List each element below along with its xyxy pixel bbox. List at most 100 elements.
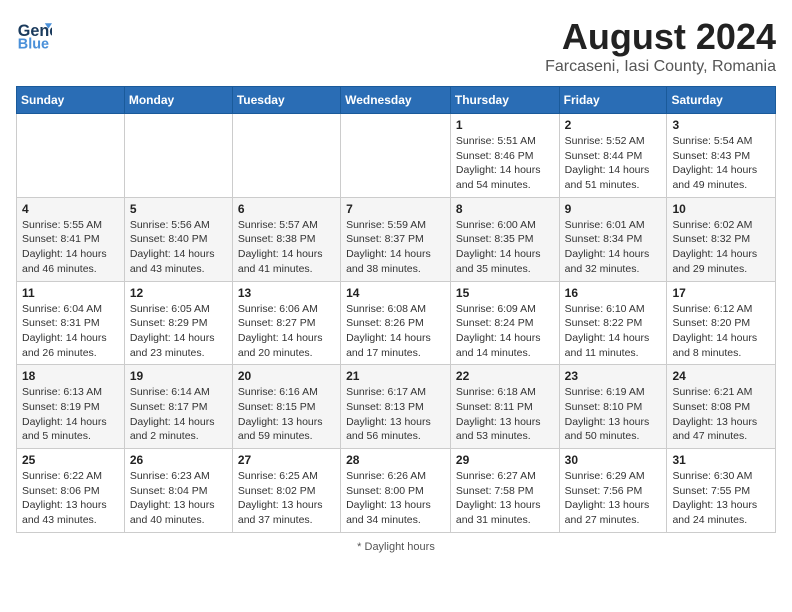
calendar-cell: 26 Sunrise: 6:23 AMSunset: 8:04 PMDayligh… <box>124 449 232 533</box>
day-number: 23 <box>565 369 662 383</box>
calendar-cell: 18 Sunrise: 6:13 AMSunset: 8:19 PMDayligh… <box>17 365 125 449</box>
day-info: Sunrise: 6:17 AMSunset: 8:13 PMDaylight:… <box>346 385 445 444</box>
day-info: Sunrise: 6:02 AMSunset: 8:32 PMDaylight:… <box>672 218 770 277</box>
day-info: Sunrise: 6:04 AMSunset: 8:31 PMDaylight:… <box>22 302 119 361</box>
day-info: Sunrise: 6:06 AMSunset: 8:27 PMDaylight:… <box>238 302 335 361</box>
calendar-cell: 14 Sunrise: 6:08 AMSunset: 8:26 PMDayligh… <box>341 281 451 365</box>
calendar-cell: 5 Sunrise: 5:56 AMSunset: 8:40 PMDaylight… <box>124 197 232 281</box>
calendar-cell: 1 Sunrise: 5:51 AMSunset: 8:46 PMDaylight… <box>450 114 559 198</box>
day-number: 3 <box>672 118 770 132</box>
day-info: Sunrise: 6:10 AMSunset: 8:22 PMDaylight:… <box>565 302 662 361</box>
day-number: 7 <box>346 202 445 216</box>
day-number: 24 <box>672 369 770 383</box>
subtitle: Farcaseni, Iasi County, Romania <box>545 58 776 76</box>
calendar-week-row: 18 Sunrise: 6:13 AMSunset: 8:19 PMDayligh… <box>17 365 776 449</box>
calendar-cell: 19 Sunrise: 6:14 AMSunset: 8:17 PMDayligh… <box>124 365 232 449</box>
day-info: Sunrise: 6:13 AMSunset: 8:19 PMDaylight:… <box>22 385 119 444</box>
calendar-cell: 9 Sunrise: 6:01 AMSunset: 8:34 PMDaylight… <box>559 197 667 281</box>
day-info: Sunrise: 5:51 AMSunset: 8:46 PMDaylight:… <box>456 134 554 193</box>
title-block: August 2024 Farcaseni, Iasi County, Roma… <box>545 16 776 76</box>
calendar-cell: 21Sunrise: 6:17 AMSunset: 8:13 PMDayligh… <box>341 365 451 449</box>
calendar-cell: 20 Sunrise: 6:16 AMSunset: 8:15 PMDayligh… <box>232 365 340 449</box>
day-info: Sunrise: 6:30 AMSunset: 7:55 PMDaylight:… <box>672 469 770 528</box>
calendar-cell <box>17 114 125 198</box>
calendar-cell: 6Sunrise: 5:57 AMSunset: 8:38 PMDaylight… <box>232 197 340 281</box>
day-info: Sunrise: 6:26 AMSunset: 8:00 PMDaylight:… <box>346 469 445 528</box>
logo-icon: General Blue <box>16 16 52 52</box>
calendar-cell: 8 Sunrise: 6:00 AMSunset: 8:35 PMDaylight… <box>450 197 559 281</box>
day-info: Sunrise: 6:25 AMSunset: 8:02 PMDaylight:… <box>238 469 335 528</box>
calendar-cell: 23 Sunrise: 6:19 AMSunset: 8:10 PMDayligh… <box>559 365 667 449</box>
calendar-cell: 17 Sunrise: 6:12 AMSunset: 8:20 PMDayligh… <box>667 281 776 365</box>
weekday-header: Monday <box>124 87 232 114</box>
day-info: Sunrise: 6:29 AMSunset: 7:56 PMDaylight:… <box>565 469 662 528</box>
calendar-header: SundayMondayTuesdayWednesdayThursdayFrid… <box>17 87 776 114</box>
day-number: 1 <box>456 118 554 132</box>
calendar-cell: 31Sunrise: 6:30 AMSunset: 7:55 PMDayligh… <box>667 449 776 533</box>
day-number: 8 <box>456 202 554 216</box>
day-number: 22 <box>456 369 554 383</box>
day-info: Sunrise: 6:01 AMSunset: 8:34 PMDaylight:… <box>565 218 662 277</box>
day-info: Sunrise: 6:22 AMSunset: 8:06 PMDaylight:… <box>22 469 119 528</box>
day-number: 15 <box>456 286 554 300</box>
day-info: Sunrise: 6:19 AMSunset: 8:10 PMDaylight:… <box>565 385 662 444</box>
day-info: Sunrise: 6:27 AMSunset: 7:58 PMDaylight:… <box>456 469 554 528</box>
calendar-cell: 16 Sunrise: 6:10 AMSunset: 8:22 PMDayligh… <box>559 281 667 365</box>
day-info: Sunrise: 6:12 AMSunset: 8:20 PMDaylight:… <box>672 302 770 361</box>
day-info: Sunrise: 6:00 AMSunset: 8:35 PMDaylight:… <box>456 218 554 277</box>
day-number: 10 <box>672 202 770 216</box>
day-number: 19 <box>130 369 227 383</box>
day-number: 4 <box>22 202 119 216</box>
day-info: Sunrise: 5:54 AMSunset: 8:43 PMDaylight:… <box>672 134 770 193</box>
calendar-cell: 13 Sunrise: 6:06 AMSunset: 8:27 PMDayligh… <box>232 281 340 365</box>
day-number: 13 <box>238 286 335 300</box>
weekday-header: Friday <box>559 87 667 114</box>
day-info: Sunrise: 5:59 AMSunset: 8:37 PMDaylight:… <box>346 218 445 277</box>
calendar-cell: 25 Sunrise: 6:22 AMSunset: 8:06 PMDayligh… <box>17 449 125 533</box>
logo: General Blue <box>16 16 52 52</box>
calendar-week-row: 1 Sunrise: 5:51 AMSunset: 8:46 PMDaylight… <box>17 114 776 198</box>
day-info: Sunrise: 6:14 AMSunset: 8:17 PMDaylight:… <box>130 385 227 444</box>
day-number: 20 <box>238 369 335 383</box>
day-number: 9 <box>565 202 662 216</box>
day-number: 14 <box>346 286 445 300</box>
calendar-cell: 29 Sunrise: 6:27 AMSunset: 7:58 PMDayligh… <box>450 449 559 533</box>
day-info: Sunrise: 6:08 AMSunset: 8:26 PMDaylight:… <box>346 302 445 361</box>
day-number: 2 <box>565 118 662 132</box>
day-number: 18 <box>22 369 119 383</box>
svg-text:Blue: Blue <box>18 36 49 52</box>
day-info: Sunrise: 5:52 AMSunset: 8:44 PMDaylight:… <box>565 134 662 193</box>
day-number: 16 <box>565 286 662 300</box>
page-header: General Blue August 2024 Farcaseni, Iasi… <box>16 16 776 76</box>
day-info: Sunrise: 5:57 AMSunset: 8:38 PMDaylight:… <box>238 218 335 277</box>
calendar-cell <box>124 114 232 198</box>
day-info: Sunrise: 6:23 AMSunset: 8:04 PMDaylight:… <box>130 469 227 528</box>
footer-note: * Daylight hours <box>16 541 776 553</box>
day-number: 28 <box>346 453 445 467</box>
calendar-cell: 7 Sunrise: 5:59 AMSunset: 8:37 PMDaylight… <box>341 197 451 281</box>
calendar-cell: 22Sunrise: 6:18 AMSunset: 8:11 PMDayligh… <box>450 365 559 449</box>
day-info: Sunrise: 6:09 AMSunset: 8:24 PMDaylight:… <box>456 302 554 361</box>
calendar-cell: 15 Sunrise: 6:09 AMSunset: 8:24 PMDayligh… <box>450 281 559 365</box>
main-title: August 2024 <box>545 16 776 58</box>
day-number: 11 <box>22 286 119 300</box>
calendar-cell: 2 Sunrise: 5:52 AMSunset: 8:44 PMDaylight… <box>559 114 667 198</box>
calendar-cell: 28 Sunrise: 6:26 AMSunset: 8:00 PMDayligh… <box>341 449 451 533</box>
day-number: 5 <box>130 202 227 216</box>
calendar-cell <box>341 114 451 198</box>
day-number: 29 <box>456 453 554 467</box>
day-number: 26 <box>130 453 227 467</box>
day-info: Sunrise: 6:16 AMSunset: 8:15 PMDaylight:… <box>238 385 335 444</box>
calendar-cell: 10 Sunrise: 6:02 AMSunset: 8:32 PMDayligh… <box>667 197 776 281</box>
calendar-week-row: 11 Sunrise: 6:04 AMSunset: 8:31 PMDayligh… <box>17 281 776 365</box>
calendar-cell: 4 Sunrise: 5:55 AMSunset: 8:41 PMDaylight… <box>17 197 125 281</box>
weekday-header: Saturday <box>667 87 776 114</box>
day-info: Sunrise: 5:55 AMSunset: 8:41 PMDaylight:… <box>22 218 119 277</box>
weekday-header: Tuesday <box>232 87 340 114</box>
day-number: 17 <box>672 286 770 300</box>
day-info: Sunrise: 5:56 AMSunset: 8:40 PMDaylight:… <box>130 218 227 277</box>
day-info: Sunrise: 6:05 AMSunset: 8:29 PMDaylight:… <box>130 302 227 361</box>
day-number: 12 <box>130 286 227 300</box>
day-number: 25 <box>22 453 119 467</box>
calendar-cell: 12 Sunrise: 6:05 AMSunset: 8:29 PMDayligh… <box>124 281 232 365</box>
